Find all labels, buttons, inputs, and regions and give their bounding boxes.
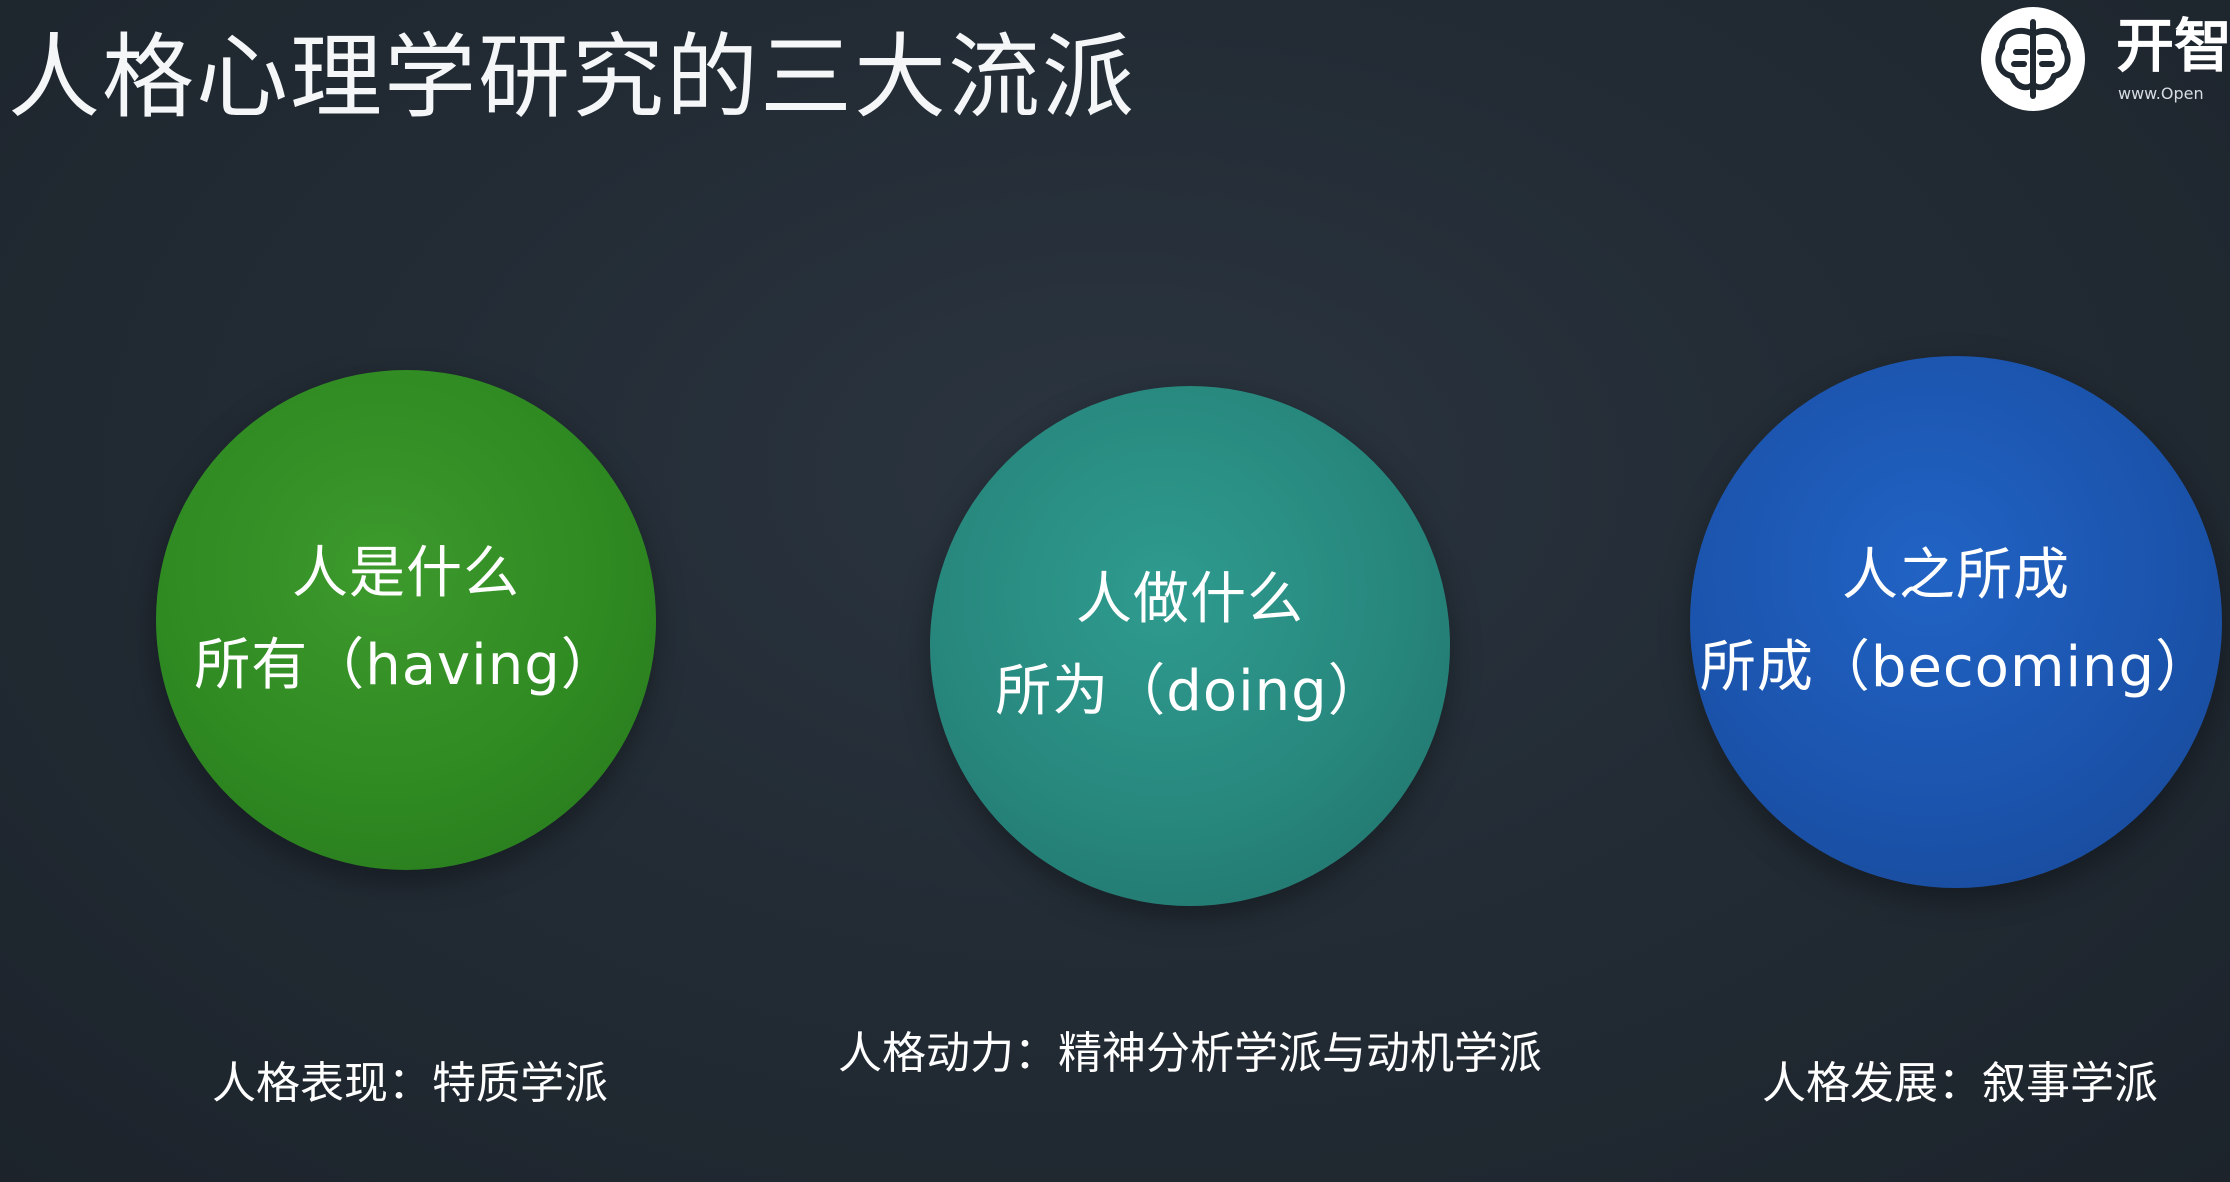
logo-brand-name: 开智	[2116, 12, 2230, 80]
logo-url: www.Open	[2118, 84, 2204, 103]
circle-line-2: 所有（having）	[194, 633, 618, 698]
circle-line-1: 人之所成	[1842, 543, 2070, 608]
caption-psychoanalytic-school: 人格动力：精神分析学派与动机学派	[838, 1028, 1542, 1079]
school-circle-having: 人是什么 所有（having）	[156, 370, 656, 870]
slide-title: 人格心理学研究的三大流派	[8, 24, 1137, 131]
circle-line-2: 所成（becoming）	[1699, 635, 2213, 700]
caption-trait-school: 人格表现：特质学派	[212, 1058, 608, 1109]
brand-logo: 开智 www.Open	[1978, 4, 2230, 124]
school-circle-doing: 人做什么 所为（doing）	[930, 386, 1450, 906]
circle-line-1: 人做什么	[1076, 567, 1304, 632]
caption-narrative-school: 人格发展：叙事学派	[1762, 1058, 2158, 1109]
circle-line-1: 人是什么	[292, 541, 520, 606]
school-circle-becoming: 人之所成 所成（becoming）	[1690, 356, 2222, 888]
circle-line-2: 所为（doing）	[995, 659, 1385, 724]
brain-logo-icon	[1981, 7, 2085, 111]
